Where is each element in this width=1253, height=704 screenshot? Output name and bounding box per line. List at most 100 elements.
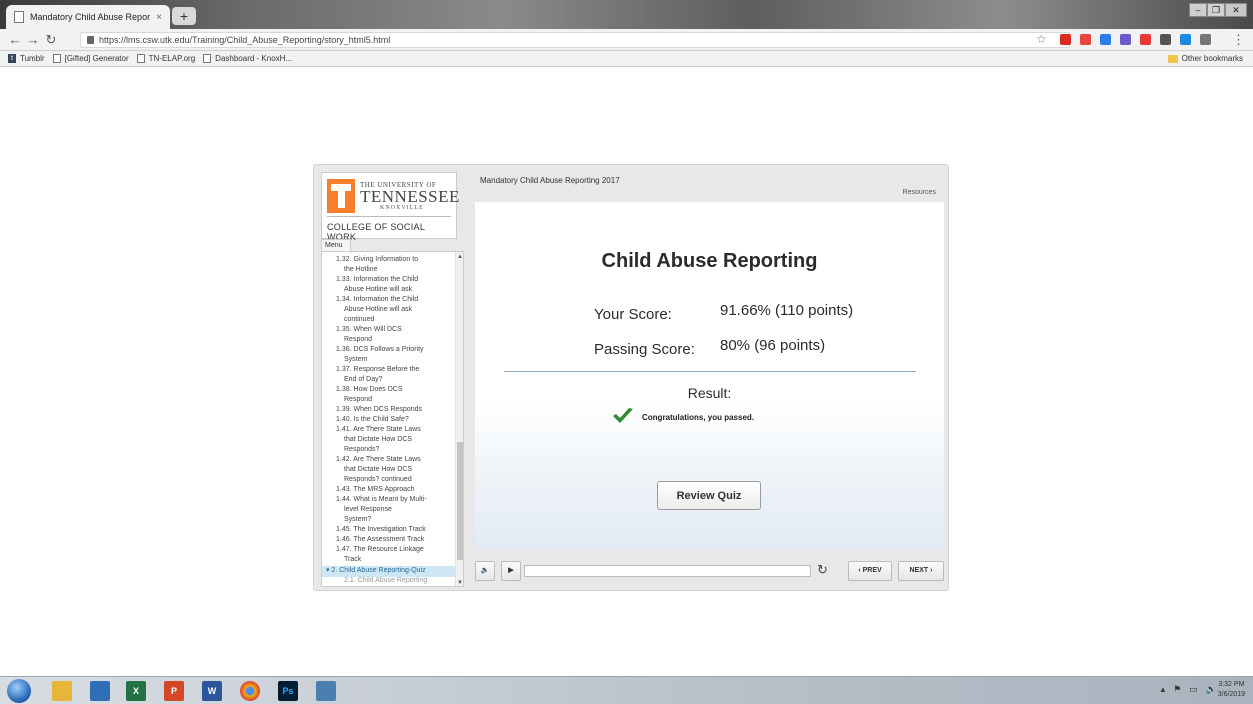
result-label: Result: <box>687 385 732 401</box>
minimize-button[interactable]: – <box>1189 3 1207 17</box>
extension-icon[interactable] <box>1140 34 1151 45</box>
show-hidden-icons-icon[interactable]: ▴ <box>1161 684 1166 695</box>
menu-item[interactable]: Track <box>322 556 456 566</box>
menu-item[interactable]: that Dictate How DCS <box>322 466 456 476</box>
extension-icon[interactable] <box>1100 34 1111 45</box>
bookmark-dashboard[interactable]: Dashboard - KnoxH... <box>203 54 292 63</box>
scrollbar-thumb[interactable] <box>457 442 463 560</box>
window-close-button[interactable]: ✕ <box>1225 3 1247 17</box>
extension-icon[interactable] <box>1120 34 1131 45</box>
extension-icon[interactable] <box>1080 34 1091 45</box>
menu-item[interactable]: 1.40. Is the Child Safe? <box>322 416 456 426</box>
menu-item[interactable]: 1.38. How Does DCS <box>322 386 456 396</box>
system-clock[interactable]: 3:32 PM 3/6/2019 <box>1218 680 1245 700</box>
seek-bar[interactable] <box>524 565 811 577</box>
menu-item[interactable]: 1.37. Response Before the <box>322 366 456 376</box>
menu-item-label: 1.34. Information the Child <box>336 296 419 303</box>
back-arrow-icon[interactable]: ← <box>6 32 24 47</box>
menu-item[interactable]: Respond <box>322 336 456 346</box>
logo-tennessee: TENNESSEE <box>360 187 460 206</box>
extension-icon[interactable] <box>1060 34 1071 45</box>
extension-icon[interactable] <box>1180 34 1191 45</box>
bookmark-tumblr[interactable]: t Tumblr <box>8 54 45 63</box>
menu-item[interactable]: 1.42. Are There State Laws <box>322 456 456 466</box>
replay-icon[interactable]: ↻ <box>817 562 828 578</box>
new-tab-button[interactable]: + <box>172 7 196 25</box>
restore-button[interactable]: ❐ <box>1207 3 1225 17</box>
extension-icon[interactable] <box>1160 34 1171 45</box>
menu-item-label: report <box>344 252 452 254</box>
flag-icon[interactable]: ⚑ <box>1173 684 1181 695</box>
menu-item[interactable]: 1.45. The Investigation Track <box>322 526 456 536</box>
bookmark-generator[interactable]: [Gifted] Generator <box>52 54 129 63</box>
network-icon[interactable]: ▭ <box>1189 684 1198 695</box>
browser-menu-icon[interactable]: ⋮ <box>1232 32 1245 48</box>
media-app-icon[interactable] <box>90 681 110 701</box>
menu-item[interactable]: level Response <box>322 506 456 516</box>
menu-item[interactable]: Abuse Hotline will ask <box>322 306 456 316</box>
menu-item[interactable]: 1.35. When Will DCS <box>322 326 456 336</box>
clock-date: 3/6/2019 <box>1217 691 1245 698</box>
speaker-icon[interactable]: 🔈 <box>1206 684 1217 695</box>
bookmark-tn-elap[interactable]: TN-ELAP.org <box>136 54 195 63</box>
menu-item-label: System? <box>344 516 372 523</box>
excel-icon[interactable]: X <box>126 681 146 701</box>
reload-icon[interactable]: ↻ <box>42 32 60 48</box>
menu-item[interactable]: Responds? <box>322 446 456 456</box>
menu-item[interactable]: Abuse Hotline will ask <box>322 286 456 296</box>
volume-button[interactable]: 🔈 <box>475 561 495 581</box>
menu-scrollbar[interactable]: ▲ ▼ <box>455 252 463 586</box>
close-tab-icon[interactable]: × <box>156 12 162 23</box>
menu-item[interactable]: 1.33. Information the Child <box>322 276 456 286</box>
menu-item[interactable]: 1.39. When DCS Responds <box>322 406 456 416</box>
menu-item[interactable]: 1.36. DCS Follows a Priority <box>322 346 456 356</box>
next-button[interactable]: NEXT › <box>898 561 944 581</box>
menu-item[interactable]: 1.43. The MRS Approach <box>322 486 456 496</box>
play-button[interactable]: ▶ <box>501 561 521 581</box>
other-bookmarks[interactable]: Other bookmarks <box>1167 54 1243 63</box>
menu-item[interactable]: continued <box>322 316 456 326</box>
bookmark-star-icon[interactable]: ☆ <box>1036 32 1047 46</box>
address-bar[interactable]: https://lms.csw.utk.edu/Training/Child_A… <box>80 32 1070 48</box>
scroll-up-icon[interactable]: ▲ <box>456 254 463 260</box>
slide-content: Child Abuse Reporting Your Score: 91.66%… <box>475 202 944 550</box>
forward-arrow-icon[interactable]: → <box>24 32 42 47</box>
menu-item[interactable]: End of Day? <box>322 376 456 386</box>
resources-link[interactable]: Resources <box>903 189 936 196</box>
player-sidebar: THE UNIVERSITY OF TENNESSEE KNOXVILLE CO… <box>314 165 464 592</box>
power-t-logo-icon <box>327 179 355 213</box>
file-explorer-icon[interactable] <box>52 681 72 701</box>
menu-item[interactable]: 1.44. What is Meant by Multi- <box>322 496 456 506</box>
menu-item[interactable]: 2.1. Child Abuse Reporting <box>322 577 456 586</box>
menu-item[interactable]: that Dictate How DCS <box>322 436 456 446</box>
volume-icon: 🔈 <box>480 567 490 574</box>
chrome-icon[interactable] <box>240 681 260 701</box>
powerpoint-icon[interactable]: P <box>164 681 184 701</box>
menu-item[interactable]: the Hotline <box>322 266 456 276</box>
menu-item[interactable]: 1.34. Information the Child <box>322 296 456 306</box>
menu-item-label: 1.43. The MRS Approach <box>336 486 415 493</box>
menu-item[interactable]: 1.47. The Resource Linkage <box>322 546 456 556</box>
menu-item[interactable]: System <box>322 356 456 366</box>
remote-desktop-icon[interactable] <box>316 681 336 701</box>
menu-item-label: ▾ 2. Child Abuse Reporting-Quiz <box>326 567 426 574</box>
menu-item-label: 1.45. The Investigation Track <box>336 526 426 533</box>
menu-item-label: 1.36. DCS Follows a Priority <box>336 346 424 353</box>
menu-item[interactable]: Responds? continued <box>322 476 456 486</box>
prev-button[interactable]: ‹ PREV <box>848 561 892 581</box>
menu-item[interactable]: 1.46. The Assessment Track <box>322 536 456 546</box>
menu-item[interactable]: 1.41. Are There State Laws <box>322 426 456 436</box>
browser-tab[interactable]: Mandatory Child Abuse Reportin × <box>6 5 170 29</box>
extension-icon[interactable] <box>1200 34 1211 45</box>
photoshop-icon[interactable]: Ps <box>278 681 298 701</box>
word-icon[interactable]: W <box>202 681 222 701</box>
start-button[interactable] <box>7 679 31 703</box>
menu-item[interactable]: 1.32. Giving Information to <box>322 256 456 266</box>
review-quiz-button[interactable]: Review Quiz <box>657 481 761 510</box>
scroll-down-icon[interactable]: ▼ <box>456 580 463 586</box>
lock-icon <box>87 36 94 44</box>
menu-item-label: 1.44. What is Meant by Multi- <box>336 496 427 503</box>
menu-item[interactable]: Respond <box>322 396 456 406</box>
menu-section[interactable]: ▾ 2. Child Abuse Reporting-Quiz <box>322 566 456 577</box>
menu-item[interactable]: System? <box>322 516 456 526</box>
